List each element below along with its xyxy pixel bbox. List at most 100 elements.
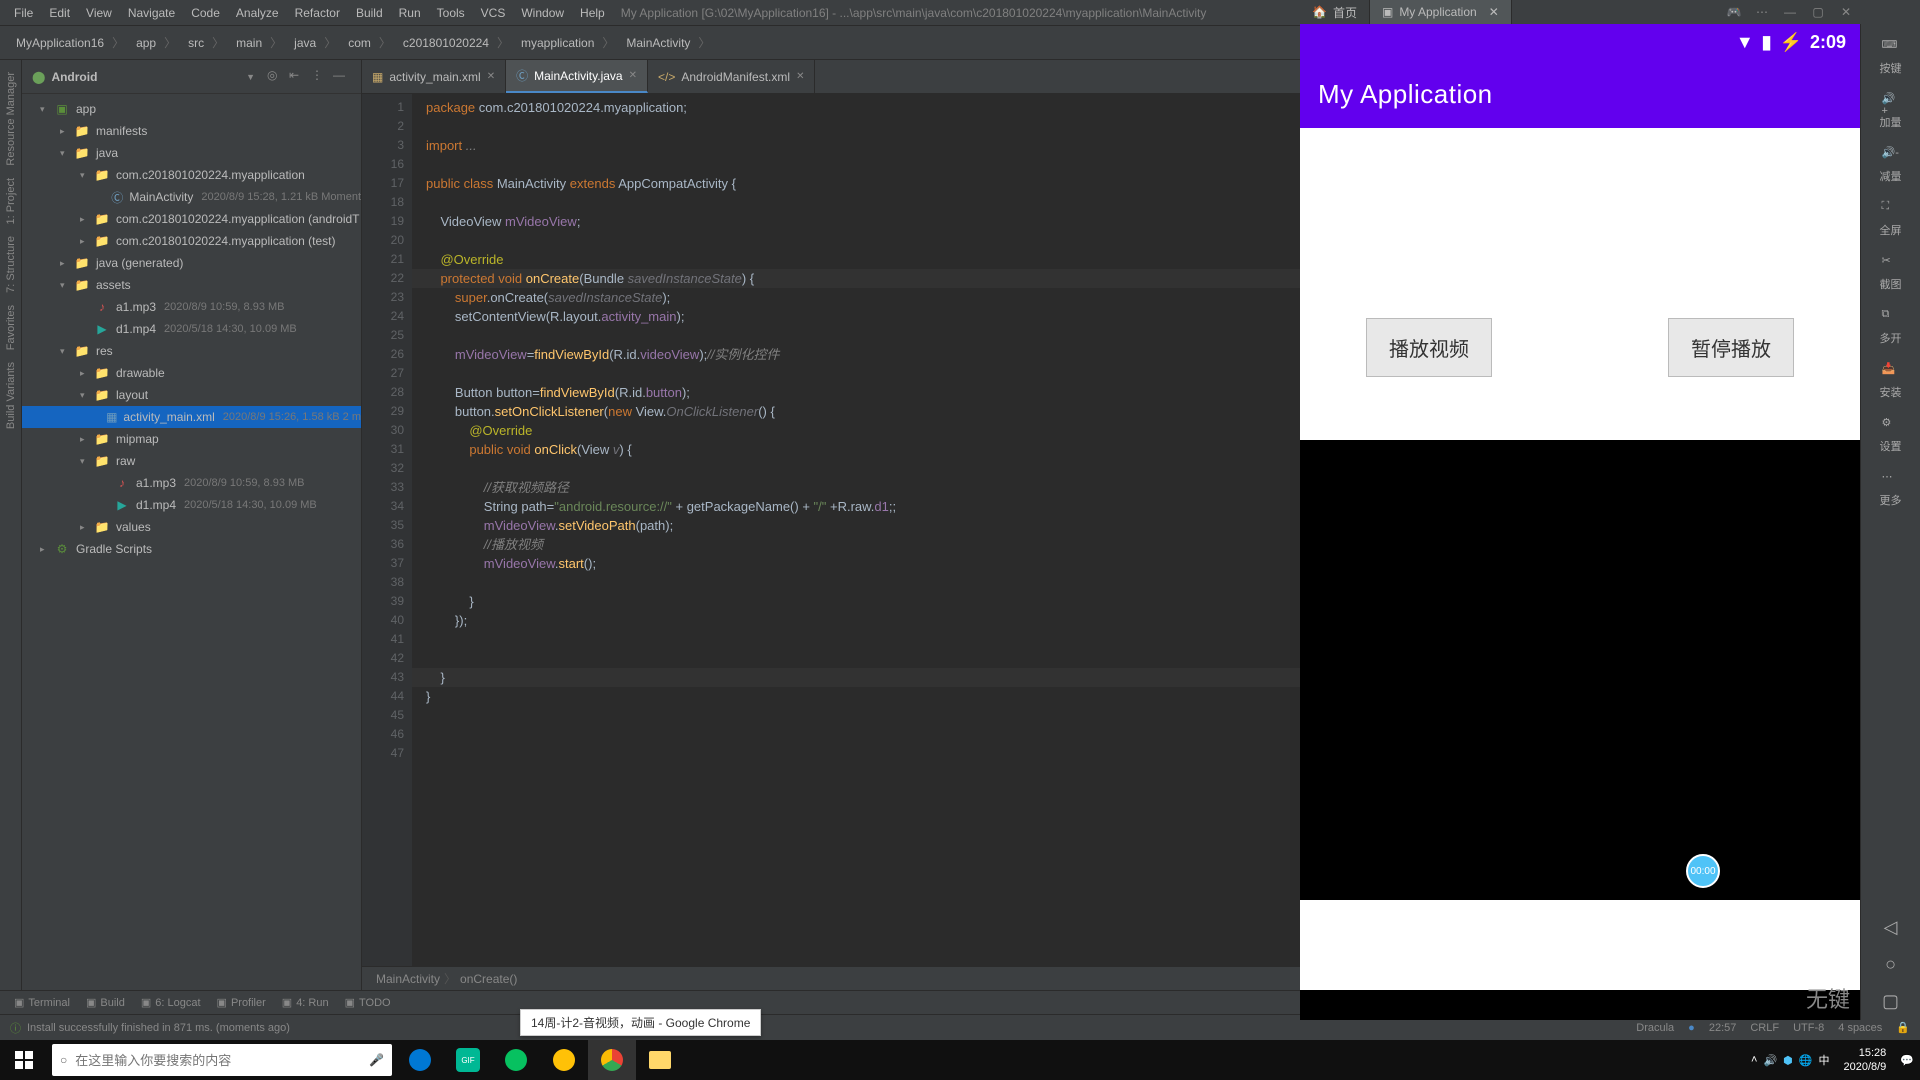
menu-analyze[interactable]: Analyze	[228, 3, 287, 23]
breadcrumb-item[interactable]: java〉	[288, 32, 342, 53]
emulator-tab[interactable]: ▣My Application✕	[1370, 0, 1512, 24]
gif-app[interactable]: GIF	[444, 1040, 492, 1080]
tree-item[interactable]: ▾📁java	[22, 142, 361, 164]
breadcrumb-item[interactable]: onCreate()	[456, 972, 521, 986]
tree-item[interactable]: ▸⚙Gradle Scripts	[22, 538, 361, 560]
menu-dots-icon[interactable]: ⋮	[311, 68, 329, 86]
tree-item[interactable]: ▾📁assets	[22, 274, 361, 296]
tree-item[interactable]: ⒸMainActivity2020/8/9 15:28, 1.21 kB Mom…	[22, 186, 361, 208]
breadcrumb-item[interactable]: MainActivity〉	[620, 32, 716, 53]
menu-window[interactable]: Window	[513, 3, 572, 23]
edge-app[interactable]	[396, 1040, 444, 1080]
tree-item[interactable]: ▶d1.mp42020/5/18 14:30, 10.09 MB	[22, 494, 361, 516]
editor-tab[interactable]: ▦activity_main.xml✕	[362, 60, 506, 93]
minimize-icon[interactable]: —	[1776, 0, 1804, 24]
maximize-icon[interactable]: ▢	[1804, 0, 1832, 24]
emu-tool-3[interactable]: ⛶全屏	[1861, 192, 1920, 246]
gamepad-icon[interactable]: 🎮	[1720, 0, 1748, 24]
bottom-tab-run[interactable]: ▣4: Run	[274, 994, 337, 1011]
editor-tab[interactable]: </>AndroidManifest.xml✕	[648, 60, 815, 93]
tree-item[interactable]: ▸📁com.c201801020224.myapplication (andro…	[22, 208, 361, 230]
emulator-tab[interactable]: 🏠首页	[1300, 0, 1370, 24]
taskbar-clock[interactable]: 15:28 2020/8/9	[1835, 1046, 1894, 1074]
emu-tool-2[interactable]: 🔊-减量	[1861, 138, 1920, 192]
menu-view[interactable]: View	[78, 3, 120, 23]
tree-item[interactable]: ▾▣app	[22, 98, 361, 120]
menu-run[interactable]: Run	[391, 3, 429, 23]
wechat-app[interactable]	[492, 1040, 540, 1080]
tree-item[interactable]: ▸📁mipmap	[22, 428, 361, 450]
breadcrumb-item[interactable]: com〉	[342, 32, 397, 53]
video-view[interactable]: 00:00	[1300, 440, 1860, 900]
emu-tool-5[interactable]: ⧉多开	[1861, 300, 1920, 354]
menu-code[interactable]: Code	[183, 3, 228, 23]
pause-video-button[interactable]: 暂停播放	[1668, 318, 1794, 377]
line-ending[interactable]: CRLF	[1750, 1022, 1779, 1034]
tree-item[interactable]: ▸📁com.c201801020224.myapplication (test)	[22, 230, 361, 252]
tree-item[interactable]: ▶d1.mp42020/5/18 14:30, 10.09 MB	[22, 318, 361, 340]
close-icon[interactable]: ✕	[796, 71, 804, 82]
bottom-tab-terminal[interactable]: ▣Terminal	[6, 994, 78, 1011]
left-strip-favorites[interactable]: Favorites	[5, 299, 17, 356]
color-scheme[interactable]: Dracula	[1636, 1022, 1674, 1034]
start-button[interactable]	[0, 1040, 48, 1080]
close-icon[interactable]: ✕	[1489, 5, 1499, 19]
seek-thumb[interactable]: 00:00	[1686, 854, 1720, 888]
lock-icon[interactable]: 🔒	[1896, 1021, 1910, 1034]
nav-back[interactable]: ◁	[1861, 909, 1920, 946]
breadcrumb-item[interactable]: app〉	[130, 32, 182, 53]
menu-tools[interactable]: Tools	[429, 3, 473, 23]
tree-item[interactable]: ▾📁layout	[22, 384, 361, 406]
explorer-app[interactable]	[636, 1040, 684, 1080]
tree-item[interactable]: ▾📁res	[22, 340, 361, 362]
nav-recent[interactable]: ▢	[1861, 983, 1920, 1020]
chevron-down-icon[interactable]: ▼	[246, 72, 255, 82]
left-strip-resourcemanager[interactable]: Resource Manager	[5, 66, 17, 172]
emu-tool-4[interactable]: ✂截图	[1861, 246, 1920, 300]
emu-tool-6[interactable]: 📥安装	[1861, 354, 1920, 408]
tree-item[interactable]: ♪a1.mp32020/8/9 10:59, 8.93 MB	[22, 296, 361, 318]
caret-position[interactable]: 22:57	[1709, 1022, 1737, 1034]
bottom-tab-build[interactable]: ▣Build	[78, 994, 133, 1011]
breadcrumb-item[interactable]: myapplication〉	[515, 32, 620, 53]
nav-home[interactable]: ○	[1861, 946, 1920, 983]
breadcrumb-item[interactable]: MyApplication16〉	[10, 32, 130, 53]
editor-tab[interactable]: ⒸMainActivity.java✕	[506, 60, 648, 93]
menu-build[interactable]: Build	[348, 3, 391, 23]
menu-edit[interactable]: Edit	[41, 3, 78, 23]
tree-item[interactable]: ▸📁manifests	[22, 120, 361, 142]
tree-item[interactable]: ▾📁raw	[22, 450, 361, 472]
tree-item[interactable]: ▸📁values	[22, 516, 361, 538]
left-strip-project[interactable]: 1: Project	[5, 172, 17, 230]
breadcrumb-item[interactable]: MainActivity	[372, 972, 444, 986]
encoding[interactable]: UTF-8	[1793, 1022, 1824, 1034]
menu-navigate[interactable]: Navigate	[120, 3, 183, 23]
close-icon[interactable]: ✕	[487, 71, 495, 82]
menu-help[interactable]: Help	[572, 3, 613, 23]
bottom-tab-logcat[interactable]: ▣6: Logcat	[133, 994, 209, 1011]
emu-tool-8[interactable]: ⋯更多	[1861, 462, 1920, 516]
mic-icon[interactable]: 🎤	[369, 1053, 384, 1067]
menu-vcs[interactable]: VCS	[473, 3, 514, 23]
more-icon[interactable]: ⋯	[1748, 0, 1776, 24]
search-input[interactable]	[75, 1053, 361, 1068]
tray-network-icon[interactable]: 🌐	[1799, 1054, 1813, 1067]
chrome-app[interactable]	[588, 1040, 636, 1080]
indent[interactable]: 4 spaces	[1838, 1022, 1882, 1034]
target-icon[interactable]: ◎	[267, 68, 285, 86]
collapse-icon[interactable]: ⇤	[289, 68, 307, 86]
close-icon[interactable]: ✕	[629, 70, 637, 81]
tree-item[interactable]: ▸📁drawable	[22, 362, 361, 384]
potplayer-app[interactable]	[540, 1040, 588, 1080]
tray-chevron-icon[interactable]: ˄	[1751, 1054, 1757, 1066]
left-strip-structure[interactable]: 7: Structure	[5, 230, 17, 299]
tray-shield-icon[interactable]: ⬢	[1783, 1054, 1793, 1067]
emulator-screen[interactable]: ▼ ▮ ⚡ 2:09 My Application 播放视频 暂停播放 00:0…	[1300, 24, 1860, 1020]
emu-tool-7[interactable]: ⚙设置	[1861, 408, 1920, 462]
bottom-tab-todo[interactable]: ▣TODO	[337, 994, 399, 1011]
left-strip-buildvariants[interactable]: Build Variants	[5, 356, 17, 435]
hide-icon[interactable]: —	[333, 68, 351, 86]
tree-item[interactable]: ▾📁com.c201801020224.myapplication	[22, 164, 361, 186]
tree-item[interactable]: ▦activity_main.xml2020/8/9 15:26, 1.58 k…	[22, 406, 361, 428]
tree-item[interactable]: ♪a1.mp32020/8/9 10:59, 8.93 MB	[22, 472, 361, 494]
